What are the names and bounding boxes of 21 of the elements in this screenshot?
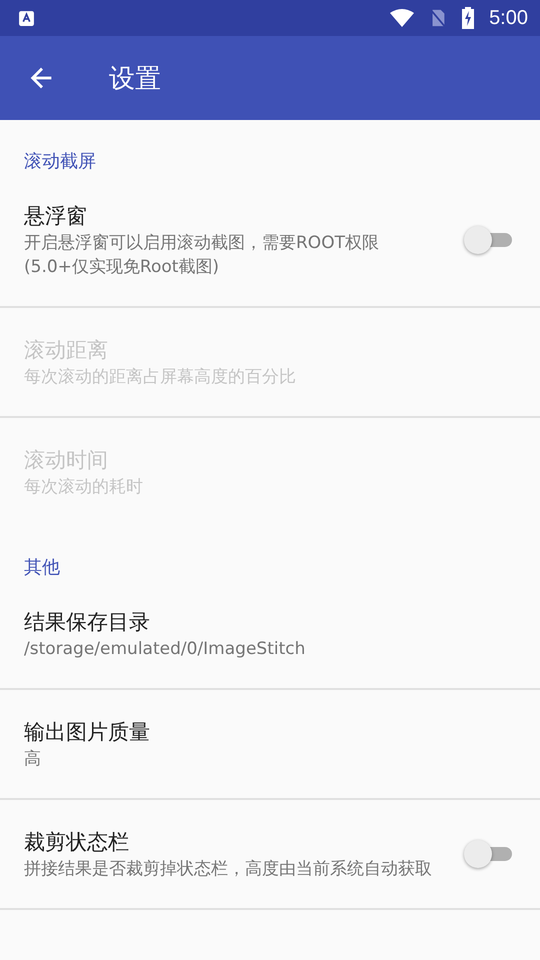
toolbar-title: 设置	[109, 62, 161, 96]
preference-title: 结果保存目录	[24, 609, 151, 636]
toggle-switch[interactable]	[464, 840, 512, 868]
section-header: 其他	[23, 556, 61, 580]
preference-item[interactable]: 输出图片质量 高	[0, 690, 540, 800]
wifi-icon	[389, 8, 416, 28]
preference-summary: 高	[24, 748, 42, 771]
notification-icon	[18, 10, 35, 26]
preference-summary: /storage/emulated/0/ImageStitch	[24, 638, 306, 661]
preference-item[interactable]: 裁剪状态栏 拼接结果是否裁剪掉状态栏，高度由当前系统自动获取	[0, 800, 540, 910]
section-header: 滚动截屏	[23, 150, 97, 174]
status-time: 5:00	[489, 6, 528, 30]
preference-item[interactable]: 结果保存目录 /storage/emulated/0/ImageStitch	[0, 580, 540, 690]
preference-summary: 开启悬浮窗可以启用滚动截图，需要ROOT权限(5.0+仅实现免Root截图)	[24, 232, 380, 279]
battery-charging-icon	[461, 6, 476, 30]
preference-title: 裁剪状态栏	[24, 829, 130, 856]
preference-title: 悬浮窗	[24, 203, 88, 230]
preference-item[interactable]: 悬浮窗 开启悬浮窗可以启用滚动截图，需要ROOT权限(5.0+仅实现免Root截图)	[0, 174, 540, 308]
toggle-switch[interactable]	[464, 226, 512, 254]
preference-summary: 拼接结果是否裁剪掉状态栏，高度由当前系统自动获取	[24, 858, 433, 881]
preference-title: 输出图片质量	[24, 719, 151, 746]
